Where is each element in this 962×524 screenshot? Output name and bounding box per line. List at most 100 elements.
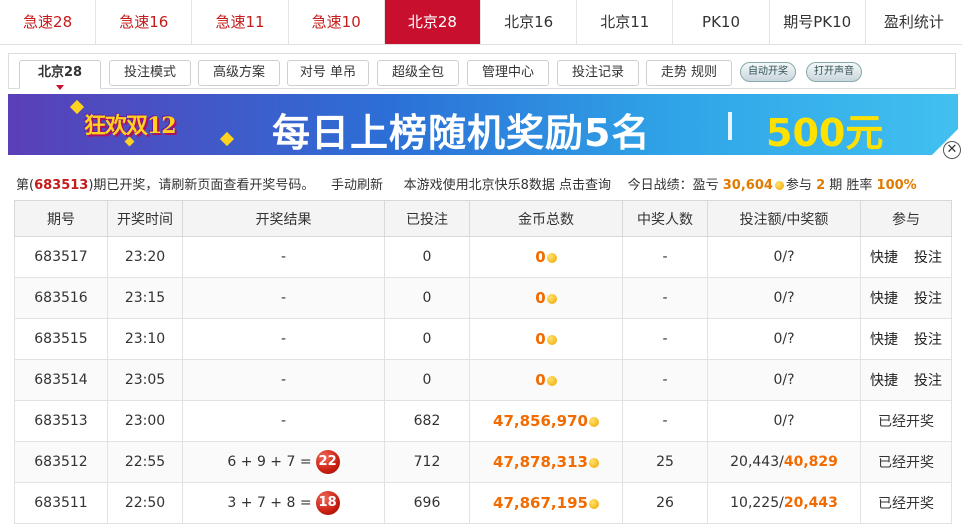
row-coins: 0 <box>469 318 623 360</box>
bet-link[interactable]: 投注 <box>914 332 942 348</box>
info-suffix: )期已开奖，请刷新页面查看开奖号码。 <box>88 178 315 193</box>
banner-logo: 狂欢双12 <box>84 113 177 139</box>
coins-value: 0 <box>535 248 546 266</box>
manual-refresh-link[interactable]: 手动刷新 <box>331 178 383 193</box>
tab-jisu16[interactable]: 急速16 <box>96 0 193 44</box>
col-bet: 已投注 <box>384 200 470 237</box>
row-bet: 712 <box>384 441 470 483</box>
tab-profit-stats[interactable]: 盈利统计 <box>865 0 962 44</box>
subtab-beijing28[interactable]: 北京28 <box>19 60 101 90</box>
amount-win: 40,829 <box>783 454 838 470</box>
row-join: 快捷 投注 <box>860 318 952 360</box>
row-join: 已经开奖 <box>860 400 952 442</box>
bet-link[interactable]: 投注 <box>914 291 942 307</box>
table-row: 683513 23:00 - 682 47,856,970 - 0/? 已经开奖 <box>14 400 952 442</box>
bet-link[interactable]: 投注 <box>914 250 942 266</box>
promo-banner[interactable]: 狂欢双12 每日上榜随机奖励5名 500元 <box>8 94 958 155</box>
tab-beijing28[interactable]: 北京28 <box>384 0 482 44</box>
drawn-status[interactable]: 已经开奖 <box>878 414 934 430</box>
row-winners: - <box>622 318 708 360</box>
subtab-management[interactable]: 管理中心 <box>467 60 549 86</box>
row-time: 23:15 <box>107 277 183 319</box>
info-period: 683513 <box>34 178 89 193</box>
tab-pk10[interactable]: PK10 <box>673 0 770 44</box>
subtab-bet-records[interactable]: 投注记录 <box>557 60 639 86</box>
coins-value: 47,856,970 <box>493 412 588 430</box>
table-row: 683516 23:15 - 0 0 - 0/? 快捷 投注 <box>14 277 952 319</box>
status-line: 第(683513)期已开奖，请刷新页面查看开奖号码。 手动刷新 本游戏使用北京快… <box>16 174 917 193</box>
row-amount: 20,443/40,829 <box>707 441 861 483</box>
join-count: 2 <box>816 178 826 193</box>
col-coins: 金币总数 <box>469 200 623 237</box>
row-join: 快捷 投注 <box>860 359 952 401</box>
sound-toggle-button[interactable]: 打开声音 <box>806 62 862 82</box>
col-join: 参与 <box>860 200 952 237</box>
amount-bet: 0 <box>773 290 783 306</box>
row-winners: 25 <box>622 441 708 483</box>
coins-value: 0 <box>535 371 546 389</box>
row-time: 23:05 <box>107 359 183 401</box>
row-bet: 0 <box>384 236 470 278</box>
coin-icon <box>546 253 557 263</box>
row-winners: 26 <box>622 482 708 524</box>
amount-win: ? <box>787 413 795 429</box>
row-winners: - <box>622 236 708 278</box>
row-period: 683512 <box>14 441 108 483</box>
amount-bet: 0 <box>773 331 783 347</box>
star-icon <box>69 99 85 115</box>
table-row: 683515 23:10 - 0 0 - 0/? 快捷 投注 <box>14 318 952 360</box>
join-label: 参与 <box>785 178 812 193</box>
row-bet: 0 <box>384 277 470 319</box>
table-row: 683517 23:20 - 0 0 - 0/? 快捷 投注 <box>14 236 952 278</box>
tab-beijing16[interactable]: 北京16 <box>481 0 578 44</box>
today-label: 今日战绩：盈亏 <box>627 178 719 193</box>
row-coins: 0 <box>469 236 623 278</box>
bet-link[interactable]: 投注 <box>914 373 942 389</box>
quick-bet-link[interactable]: 快捷 <box>870 291 898 307</box>
row-amount: 10,225/20,443 <box>707 482 861 524</box>
drawn-status[interactable]: 已经开奖 <box>878 496 934 512</box>
row-amount: 0/? <box>707 400 861 442</box>
subtab-single-pick[interactable]: 对号 单吊 <box>287 60 369 86</box>
row-coins: 47,867,195 <box>469 482 623 524</box>
amount-bet: 0 <box>773 249 783 265</box>
amount-bet: 0 <box>773 372 783 388</box>
top-nav: 急速28 急速16 急速11 急速10 北京28 北京16 北京11 PK10 … <box>0 0 962 45</box>
row-bet: 0 <box>384 359 470 401</box>
quick-bet-link[interactable]: 快捷 <box>870 332 898 348</box>
coin-icon <box>588 417 599 427</box>
tab-jisu11[interactable]: 急速11 <box>192 0 289 44</box>
row-period: 683515 <box>14 318 108 360</box>
row-coins: 0 <box>469 359 623 401</box>
auto-draw-button[interactable]: 自动开奖 <box>740 62 796 82</box>
row-period: 683514 <box>14 359 108 401</box>
row-winners: - <box>622 400 708 442</box>
amount-bet: 0 <box>773 413 783 429</box>
coin-icon <box>774 181 784 190</box>
row-bet: 682 <box>384 400 470 442</box>
subtab-beijing28-label: 北京28 <box>37 65 83 80</box>
subtab-advanced-plan[interactable]: 高级方案 <box>198 60 280 86</box>
row-time: 22:50 <box>107 482 183 524</box>
today-profit: 30,604 <box>722 178 773 193</box>
row-bet: 696 <box>384 482 470 524</box>
quick-bet-link[interactable]: 快捷 <box>870 250 898 266</box>
row-result: - <box>182 277 385 319</box>
data-source-link[interactable]: 本游戏使用北京快乐8数据 点击查询 <box>404 178 611 193</box>
tab-jisu28[interactable]: 急速28 <box>0 0 97 44</box>
tab-period-pk10[interactable]: 期号PK10 <box>769 0 866 44</box>
subtab-bet-mode[interactable]: 投注模式 <box>109 60 191 86</box>
subtab-super-package[interactable]: 超级全包 <box>377 60 459 86</box>
subtab-trend-rules[interactable]: 走势 规则 <box>646 60 732 86</box>
close-icon[interactable]: ✕ <box>943 141 961 159</box>
tab-jisu10[interactable]: 急速10 <box>288 0 385 44</box>
coin-icon <box>588 499 599 509</box>
row-amount: 0/? <box>707 277 861 319</box>
amount-win: ? <box>787 249 795 265</box>
coins-value: 47,878,313 <box>493 453 588 471</box>
row-winners: - <box>622 277 708 319</box>
row-period: 683517 <box>14 236 108 278</box>
tab-beijing11[interactable]: 北京11 <box>577 0 674 44</box>
quick-bet-link[interactable]: 快捷 <box>870 373 898 389</box>
drawn-status[interactable]: 已经开奖 <box>878 455 934 471</box>
